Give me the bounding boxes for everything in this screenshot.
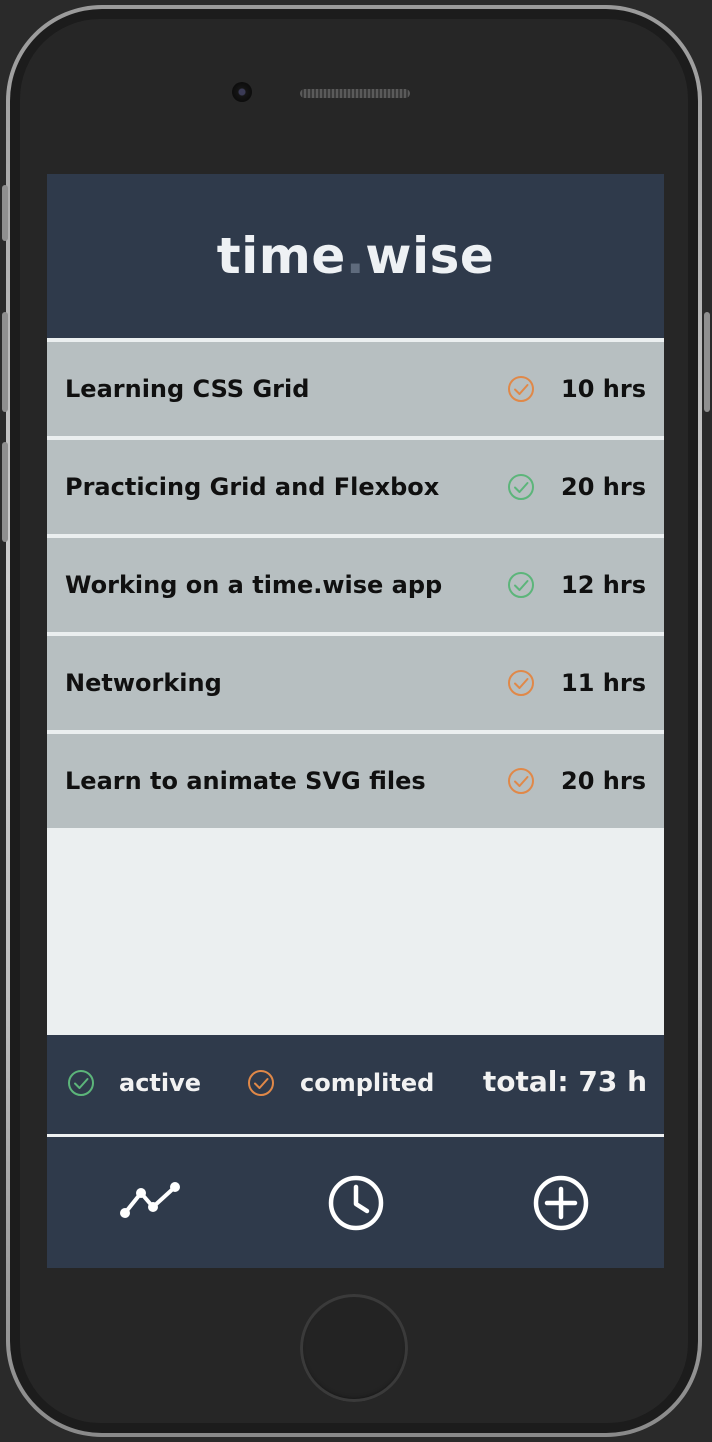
total-hours: total: 73 h (482, 1065, 647, 1098)
task-list: Learning CSS Grid 10 hrs Practicing Grid a… (47, 342, 664, 828)
app-logo: time.wise (217, 227, 495, 285)
task-title: Practicing Grid and Flexbox (65, 473, 440, 501)
legend-active-label: active (119, 1069, 202, 1097)
task-hours: 11 hrs (561, 669, 646, 697)
power-button (704, 312, 710, 412)
volume-down-button (2, 442, 8, 542)
status-legend: active complited total: 73 h (47, 1035, 664, 1134)
task-row[interactable]: Practicing Grid and Flexbox 20 hrs (47, 440, 664, 534)
empty-area (47, 828, 664, 1035)
bottom-nav (47, 1137, 664, 1268)
active-check-icon[interactable] (507, 571, 535, 599)
home-button[interactable] (300, 1294, 408, 1402)
task-row[interactable]: Working on a time.wise app 12 hrs (47, 538, 664, 632)
task-row[interactable]: Learn to animate SVG files 20 hrs (47, 734, 664, 828)
task-hours: 20 hrs (561, 767, 646, 795)
completed-check-icon (248, 1070, 274, 1096)
chart-line-icon[interactable] (119, 1171, 183, 1235)
logo-text-time: time (216, 227, 346, 285)
add-circle-icon[interactable] (529, 1171, 593, 1235)
volume-up-button (2, 312, 8, 412)
logo-dot: . (345, 227, 366, 285)
active-check-icon (68, 1070, 94, 1096)
task-hours: 20 hrs (561, 473, 646, 501)
clock-icon[interactable] (324, 1171, 388, 1235)
app-header: time.wise (47, 174, 664, 338)
legend-completed-label: complited (300, 1069, 435, 1097)
task-title: Networking (65, 669, 222, 697)
task-title: Learn to animate SVG files (65, 767, 426, 795)
logo-text-wise: wise (365, 227, 495, 285)
completed-check-icon[interactable] (507, 767, 535, 795)
front-camera (232, 82, 252, 102)
active-check-icon[interactable] (507, 473, 535, 501)
completed-check-icon[interactable] (507, 669, 535, 697)
task-row[interactable]: Networking 11 hrs (47, 636, 664, 730)
app-screen: time.wise Learning CSS Grid 10 hrs Practic… (47, 174, 664, 1268)
earpiece-speaker (300, 89, 410, 98)
completed-check-icon[interactable] (507, 375, 535, 403)
task-title: Working on a time.wise app (65, 571, 443, 599)
task-title: Learning CSS Grid (65, 375, 310, 403)
mute-switch (2, 185, 8, 241)
task-hours: 10 hrs (561, 375, 646, 403)
task-hours: 12 hrs (561, 571, 646, 599)
task-row[interactable]: Learning CSS Grid 10 hrs (47, 342, 664, 436)
